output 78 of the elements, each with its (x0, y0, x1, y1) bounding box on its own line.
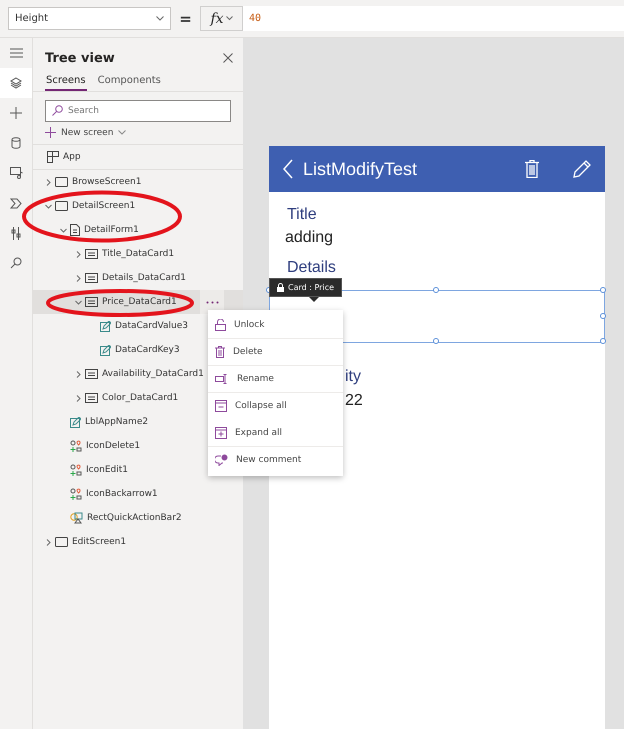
chevron-down-icon (226, 16, 233, 21)
icons-icon (70, 464, 82, 476)
search-field[interactable]: Search (45, 100, 231, 122)
tree-item[interactable]: Title_DataCard1 (33, 242, 243, 266)
tree-item[interactable]: DetailScreen1 (33, 194, 243, 218)
field-label: Details (286, 258, 337, 278)
unlock-icon (215, 319, 226, 331)
icons-icon (70, 488, 82, 500)
property-dropdown[interactable]: Height (8, 7, 171, 30)
edit-icon (70, 416, 81, 428)
card-icon (85, 273, 98, 283)
menu-item[interactable]: Delete (208, 339, 343, 366)
more-icon (206, 300, 218, 304)
card-icon (85, 369, 98, 379)
tree-item[interactable]: RectQuickActionBar2 (33, 506, 243, 530)
search-icon (10, 257, 22, 269)
trash-icon (215, 346, 225, 358)
tab[interactable]: Screens (45, 73, 87, 91)
app-title: ListModifyTest (303, 158, 418, 180)
screen-icon (55, 201, 68, 211)
menu-icon (10, 48, 22, 58)
media-icon (10, 167, 22, 179)
shape-icon (70, 512, 83, 524)
screen-icon (55, 177, 68, 187)
resize-handle[interactable] (433, 338, 439, 344)
lock-icon (277, 283, 284, 292)
menu-item[interactable]: Rename (208, 366, 343, 393)
menu-item[interactable]: New comment (208, 447, 343, 474)
screen-icon (55, 537, 68, 547)
tooltip-text: Card : Price (288, 283, 334, 292)
collapse-icon (215, 400, 227, 412)
resize-handle[interactable] (433, 287, 439, 293)
sidebar-button[interactable] (0, 68, 32, 98)
resize-handle[interactable] (600, 287, 606, 293)
card-icon (85, 249, 98, 259)
function-button[interactable]: fx (200, 6, 243, 31)
field-label: Title (286, 205, 318, 225)
chevron-down-icon (156, 16, 164, 21)
field-value: adding (284, 228, 334, 248)
flow-icon (10, 198, 22, 208)
tree-item[interactable]: Details_DataCard1 (33, 266, 243, 290)
equals-sign: = (178, 10, 193, 28)
plus-icon (10, 107, 22, 119)
menu-item[interactable]: Collapse all (208, 393, 343, 420)
search-icon (52, 105, 63, 116)
rename-icon (215, 374, 229, 384)
comment-icon (215, 454, 228, 466)
tree-item[interactable]: IconBackarrow1 (33, 482, 243, 506)
close-icon[interactable] (223, 53, 233, 63)
new-screen-button[interactable]: New screen (45, 125, 126, 140)
tree-item[interactable]: BrowseScreen1 (33, 170, 243, 194)
pencil-icon[interactable] (573, 160, 591, 178)
plus-icon (45, 127, 56, 138)
menu-item[interactable]: Expand all (208, 420, 343, 447)
trash-icon[interactable] (525, 160, 539, 178)
expand-icon (215, 427, 227, 439)
edit-icon (100, 344, 111, 356)
form-icon (70, 224, 80, 236)
formula-field[interactable]: 40 (243, 6, 624, 31)
tree-item[interactable]: App (33, 145, 243, 169)
tab[interactable]: Components (96, 73, 162, 91)
field-value: 22 (345, 391, 364, 411)
chevron-down-icon (118, 130, 126, 135)
tools-icon (11, 226, 21, 240)
app-icon (47, 151, 59, 163)
card-icon (85, 393, 98, 403)
field-label: ity (345, 367, 362, 387)
layers-icon (10, 77, 22, 89)
tree-item[interactable]: DetailForm1 (33, 218, 243, 242)
resize-handle[interactable] (600, 338, 606, 344)
card-icon (85, 297, 98, 307)
panel-title: Tree view (45, 50, 115, 66)
resize-handle[interactable] (600, 312, 606, 318)
edit-icon (100, 320, 111, 332)
menu-item[interactable]: Unlock (208, 312, 343, 339)
tree-item[interactable]: EditScreen1 (33, 530, 243, 554)
icons-icon (70, 440, 82, 452)
database-icon (11, 137, 21, 149)
